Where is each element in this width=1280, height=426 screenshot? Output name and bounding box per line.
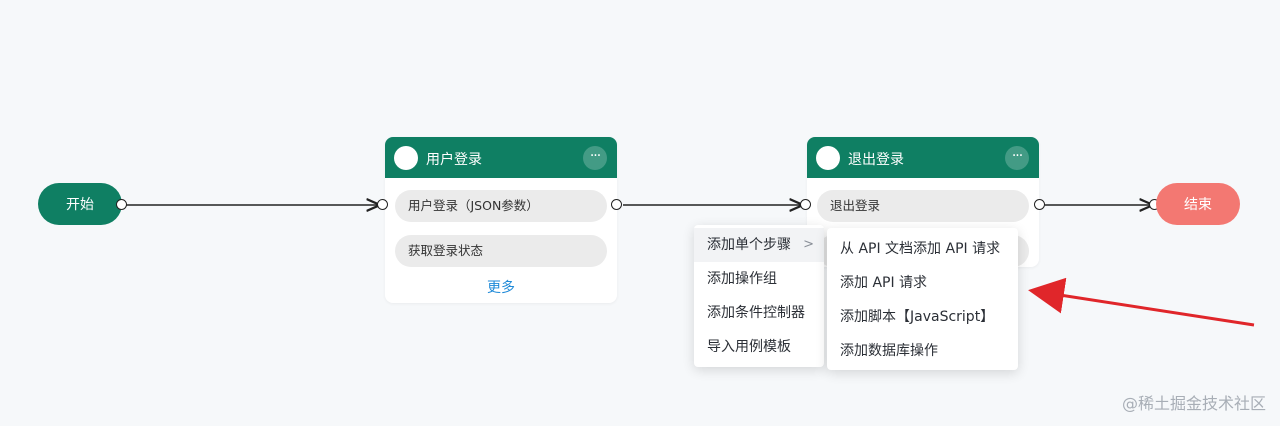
menu-item-import-template[interactable]: 导入用例模板 [694,330,824,364]
submenu-item-from-api-doc[interactable]: 从 API 文档添加 API 请求 [827,232,1018,266]
submenu-item-add-script[interactable]: 添加脚本【JavaScript】 [827,300,1018,334]
card-header: 用户登录 ··· [385,137,617,178]
logout-output-port[interactable] [1034,199,1045,210]
context-submenu: 从 API 文档添加 API 请求 添加 API 请求 添加脚本【JavaScr… [827,228,1018,370]
start-label: 开始 [66,197,94,213]
menu-item-add-single-step[interactable]: 添加单个步骤 > [694,228,824,262]
step-item[interactable]: 用户登录（JSON参数） [395,190,607,222]
submenu-item-add-db-operation[interactable]: 添加数据库操作 [827,334,1018,368]
logout-input-port[interactable] [800,199,811,210]
watermark: @稀土掘金技术社区 [1121,394,1266,413]
end-node[interactable]: 结束 [1156,183,1240,225]
login-input-port[interactable] [377,199,388,210]
annotation-arrow [1028,277,1255,327]
step-card-login[interactable]: 用户登录 ··· 用户登录（JSON参数） 获取登录状态 更多 [385,137,617,303]
ellipsis-icon[interactable]: ··· [583,146,607,170]
context-menu: 添加单个步骤 > 添加操作组 添加条件控制器 导入用例模板 [694,225,824,367]
end-label: 结束 [1184,197,1212,213]
login-output-port[interactable] [611,199,622,210]
ellipsis-icon[interactable]: ··· [1005,146,1029,170]
card-title: 用户登录 [426,152,482,168]
start-output-port[interactable] [116,199,127,210]
node-avatar-icon [816,146,840,170]
node-avatar-icon [394,146,418,170]
menu-item-add-group[interactable]: 添加操作组 [694,262,824,296]
menu-item-add-condition[interactable]: 添加条件控制器 [694,296,824,330]
card-header: 退出登录 ··· [807,137,1039,178]
submenu-item-add-api-request[interactable]: 添加 API 请求 [827,266,1018,300]
chevron-right-icon: > [803,237,814,252]
more-link[interactable]: 更多 [385,277,617,297]
step-item[interactable]: 退出登录 [817,190,1029,222]
start-node[interactable]: 开始 [38,183,122,225]
flow-connectors [126,0,1255,327]
step-item[interactable]: 获取登录状态 [395,235,607,267]
card-title: 退出登录 [848,152,904,168]
menu-item-label: 添加单个步骤 [707,237,791,253]
